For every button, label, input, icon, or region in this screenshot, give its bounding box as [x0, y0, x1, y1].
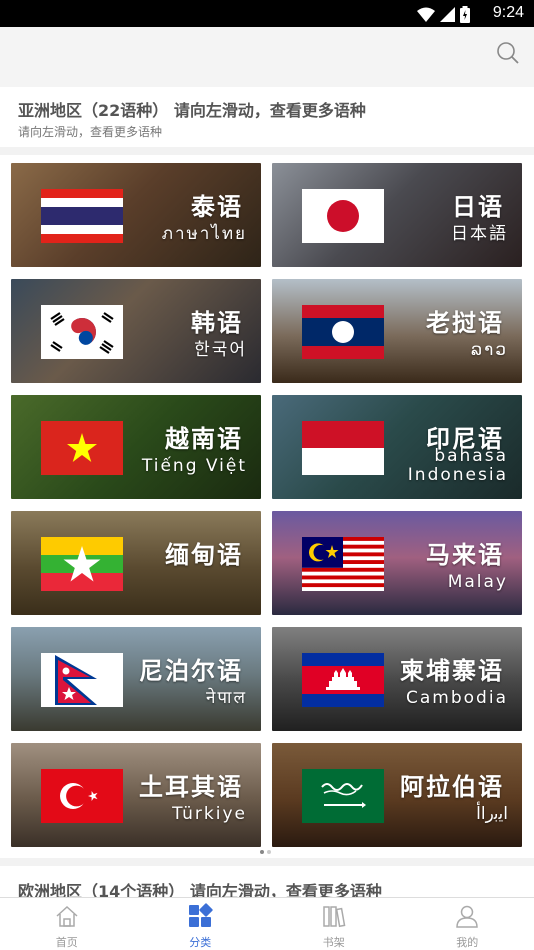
top-bar — [0, 27, 534, 87]
language-card-saudi[interactable]: 阿拉伯语 اﻳﺑﺭﺍﺃ — [272, 743, 522, 847]
pager-dot — [267, 850, 271, 854]
language-native-line: Indonesia — [407, 465, 508, 485]
status-icons — [417, 5, 470, 23]
language-native-line: 日本語 — [451, 224, 508, 244]
tab-profile[interactable]: 我的 — [401, 898, 534, 950]
language-native-name: Tiếng Việt — [142, 457, 247, 476]
language-card-nepal[interactable]: 尼泊尔语 नेपाल — [11, 627, 261, 731]
language-card-vietnam[interactable]: 越南语 Tiếng Việt — [11, 395, 261, 499]
language-native-name: 日本語 — [451, 225, 508, 244]
language-native-name: 한국어 — [194, 341, 247, 360]
language-name: 缅甸语 — [165, 540, 243, 569]
language-native-line: 한국어 — [194, 340, 247, 360]
language-native-line: Tiếng Việt — [141, 456, 247, 476]
language-name: 土耳其语 — [139, 772, 243, 801]
cambodia-flag-icon — [302, 653, 384, 707]
language-native-name: bahasa Indonesia — [408, 447, 508, 485]
japan-flag-icon — [302, 189, 384, 243]
status-bar: 9:24 — [0, 0, 534, 27]
tab-bookshelf-label: 书架 — [322, 936, 345, 949]
tab-home-label: 首页 — [55, 936, 78, 949]
language-native-line: Malay — [447, 572, 508, 592]
language-native-line: Türkiye — [172, 804, 247, 824]
wifi-icon — [417, 7, 435, 22]
language-native-name: اﻳﺑﺭﺍﺃ — [476, 805, 508, 824]
search-icon[interactable] — [496, 41, 520, 65]
language-card-malaysia[interactable]: 马来语 Malay — [272, 511, 522, 615]
language-native-name: ภาษาไทย — [162, 225, 247, 244]
nepal-flag-icon — [41, 653, 123, 707]
tab-profile-label: 我的 — [456, 936, 479, 949]
language-native-line: bahasa — [434, 446, 508, 466]
language-native-name: Türkiye — [172, 805, 247, 824]
asia-section-subtitle: 请向左滑动，查看更多语种 — [18, 125, 163, 139]
language-card-korea[interactable]: 韩语 한국어 — [11, 279, 261, 383]
language-name: 马来语 — [426, 540, 504, 569]
battery-icon — [460, 5, 470, 23]
tab-home[interactable]: 首页 — [0, 898, 134, 950]
asia-section-header: 亚洲地区（22语种） 请向左滑动，查看更多语种 请向左滑动，查看更多语种 — [0, 87, 534, 147]
profile-icon — [456, 905, 479, 928]
language-name: 阿拉伯语 — [400, 772, 504, 801]
language-native-line: اﻳﺑﺭﺍﺃ — [476, 804, 508, 824]
language-name: 柬埔寨语 — [400, 656, 504, 685]
pager-dot-active — [260, 850, 264, 854]
language-native-name: नेपाल — [206, 689, 247, 708]
category-icon — [189, 903, 213, 927]
tab-bookshelf[interactable]: 书架 — [267, 898, 401, 950]
language-native-line: ภาษาไทย — [161, 224, 247, 244]
indonesia-flag-icon — [302, 421, 384, 475]
pager-dots — [260, 850, 271, 854]
status-time: 9:24 — [492, 4, 524, 21]
home-icon — [56, 905, 78, 927]
language-card-cambodia[interactable]: 柬埔寨语 Cambodia — [272, 627, 522, 731]
language-native-name: Malay — [448, 573, 508, 592]
signal-icon — [440, 6, 455, 22]
language-name: 韩语 — [191, 308, 243, 337]
language-grid: 泰语 ภาษาไทย 日语日本語韩语 한국어 老挝语 ລາວ 越南语 Tiếng Việt 印尼… — [0, 155, 534, 858]
tab-category-label: 分类 — [189, 936, 212, 949]
language-name: 日语 — [452, 192, 504, 221]
bottom-tab-bar: 首页 分类 书架 我的 — [0, 897, 534, 950]
language-native-line: ລາວ — [471, 340, 508, 360]
language-card-myanmar[interactable]: 缅甸语 — [11, 511, 261, 615]
language-card-turkey[interactable]: 土耳其语 Türkiye — [11, 743, 261, 847]
language-name: 越南语 — [165, 424, 243, 453]
saudi-flag-icon — [302, 769, 384, 823]
thailand-flag-icon — [41, 189, 123, 243]
asia-section-title: 亚洲地区（22语种） 请向左滑动，查看更多语种 — [18, 101, 366, 120]
language-name: 泰语 — [191, 192, 243, 221]
language-native-line: Cambodia — [406, 688, 508, 708]
language-name: 尼泊尔语 — [139, 656, 243, 685]
language-card-japan[interactable]: 日语 日本語 — [272, 163, 522, 267]
tab-category[interactable]: 分类 — [134, 898, 268, 950]
malaysia-flag-icon — [302, 537, 384, 591]
language-native-name: ລາວ — [471, 341, 508, 360]
language-card-thailand[interactable]: 泰语 ภาษาไทย — [11, 163, 261, 267]
language-card-laos[interactable]: 老挝语 ລາວ — [272, 279, 522, 383]
laos-flag-icon — [302, 305, 384, 359]
turkey-flag-icon — [41, 769, 123, 823]
myanmar-flag-icon — [41, 537, 123, 591]
language-native-line: नेपाल — [205, 688, 247, 708]
korea-flag-icon — [41, 305, 123, 359]
language-name: 老挝语 — [426, 308, 504, 337]
vietnam-flag-icon — [41, 421, 123, 475]
bookshelf-icon — [323, 906, 346, 928]
language-card-indonesia[interactable]: 印尼语 bahasa Indonesia — [272, 395, 522, 499]
language-native-name: Cambodia — [406, 689, 508, 708]
